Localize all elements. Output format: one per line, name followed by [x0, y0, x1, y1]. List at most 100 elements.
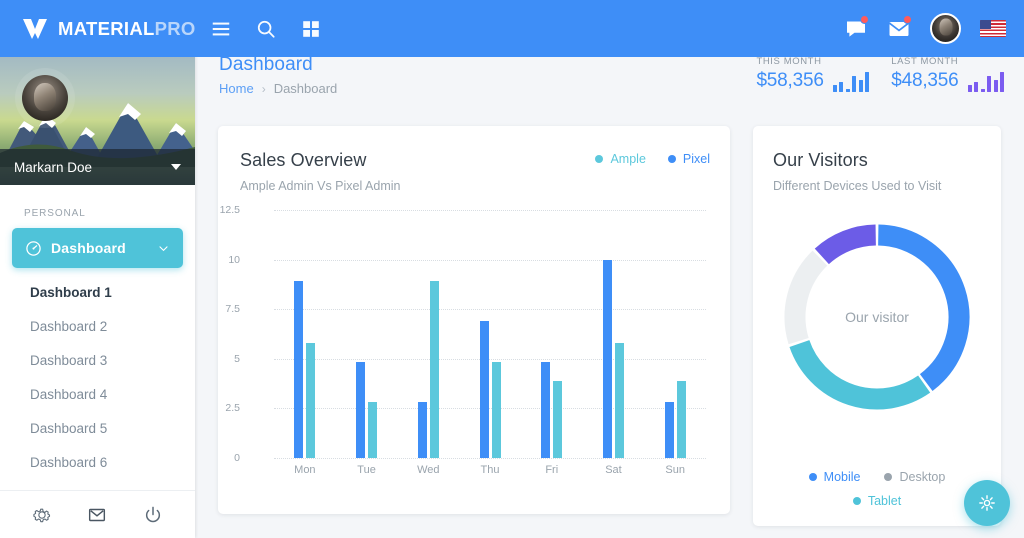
legend-item-pixel[interactable]: Pixel	[667, 152, 710, 166]
mail-notification-badge	[903, 14, 912, 24]
chart-bar-group	[336, 210, 398, 458]
stat-this-month: THIS MONTH $58,356	[756, 56, 870, 92]
stat-last-month-label: LAST MONTH	[891, 56, 959, 67]
sidebar-item-dashboard[interactable]: Dashboard	[12, 228, 183, 268]
chart-bar-group	[521, 210, 583, 458]
chart-gridline	[274, 458, 706, 459]
chart-x-tick-label: Thu	[480, 464, 500, 476]
sidebar-profile-header: Markarn Doe	[0, 50, 195, 185]
sparkline-bar	[974, 82, 978, 92]
our-visitors-card: Our Visitors Different Devices Used to V…	[753, 126, 1001, 526]
avatar[interactable]	[930, 13, 961, 44]
stat-this-month-label: THIS MONTH	[756, 56, 822, 67]
chart-bar[interactable]	[306, 342, 316, 458]
profile-name-dropdown[interactable]: Markarn Doe	[0, 149, 195, 185]
grid-apps-icon[interactable]	[300, 18, 322, 40]
donut-segment[interactable]	[814, 224, 877, 265]
flag-canton	[980, 20, 991, 29]
chart-bar[interactable]	[491, 361, 501, 458]
visitors-donut-chart: Our visitor	[753, 208, 1001, 426]
profile-avatar[interactable]	[22, 75, 68, 121]
chart-y-tick-label: 5	[234, 352, 240, 365]
chat-bubble-icon[interactable]	[844, 14, 869, 41]
legend-item-tablet[interactable]: Tablet	[852, 494, 902, 508]
search-icon[interactable]	[255, 18, 277, 40]
sales-bar-chart: 0 2.5 5 7.5 10 12.5 Mon Tue Wed Thu Fri Sat Sun	[218, 200, 730, 500]
sidebar-item-dashboard-5[interactable]: Dashboard 5	[0, 411, 195, 445]
legend-label-desktop: Desktop	[899, 470, 946, 484]
sales-overview-card: Sales Overview Ample Admin Vs Pixel Admi…	[218, 126, 730, 514]
legend-item-mobile[interactable]: Mobile	[808, 470, 861, 484]
brand-logo-area[interactable]: MATERIALPRO	[0, 0, 195, 57]
stat-last-month-sparkline	[967, 68, 1004, 92]
breadcrumb-home[interactable]: Home	[219, 81, 254, 96]
sparkline-bar	[845, 89, 850, 92]
sparkline-bar	[858, 80, 863, 92]
sidebar-item-dashboard-4[interactable]: Dashboard 4	[0, 377, 195, 411]
gear-icon[interactable]	[32, 505, 52, 525]
sidebar-footer	[0, 490, 195, 538]
visitors-card-header: Our Visitors Different Devices Used to V…	[753, 126, 1001, 193]
chart-bar[interactable]	[417, 402, 427, 458]
stat-this-month-sparkline	[832, 68, 870, 92]
chart-bar[interactable]	[356, 361, 366, 458]
topbar-right-group	[844, 0, 1006, 57]
legend-label-tablet: Tablet	[867, 494, 902, 508]
chart-bar[interactable]	[368, 402, 378, 458]
chart-bar[interactable]	[664, 402, 674, 458]
legend-item-desktop[interactable]: Desktop	[884, 470, 945, 484]
chart-bar[interactable]	[429, 281, 439, 458]
breadcrumb-separator: ›	[261, 81, 266, 96]
stat-this-month-value: $58,356	[756, 70, 824, 91]
chart-bar[interactable]	[294, 281, 304, 458]
sales-card-subtitle: Ample Admin Vs Pixel Admin	[240, 179, 401, 193]
chat-notification-badge	[860, 14, 869, 24]
legend-dot-mobile	[808, 473, 817, 481]
sparkline-bar	[832, 85, 837, 92]
chart-bar[interactable]	[676, 380, 686, 458]
chart-bar[interactable]	[479, 321, 489, 458]
donut-ring: Our visitor	[779, 219, 975, 415]
chart-x-tick-label: Sat	[605, 464, 622, 476]
brand-text-primary: MATERIAL	[58, 17, 155, 39]
envelope-icon[interactable]	[887, 14, 912, 41]
donut-segment[interactable]	[789, 339, 931, 410]
donut-center-label: Our visitor	[845, 309, 909, 325]
speedometer-icon	[26, 240, 41, 256]
sparkline-bar	[865, 72, 870, 92]
chevron-down-icon	[159, 245, 168, 251]
sidebar-item-dashboard-1[interactable]: Dashboard 1	[0, 275, 195, 309]
sidebar-item-dashboard-6[interactable]: Dashboard 6	[0, 445, 195, 479]
chart-bar[interactable]	[614, 342, 624, 458]
caret-down-icon	[171, 164, 181, 170]
chart-bar[interactable]	[553, 380, 563, 458]
hamburger-menu-icon[interactable]	[210, 18, 232, 40]
legend-label-mobile: Mobile	[823, 470, 861, 484]
settings-fab-button[interactable]	[964, 480, 1010, 526]
sparkline-bar	[852, 76, 857, 92]
sales-legend: Ample Pixel	[595, 152, 710, 166]
sidebar-sub-items: Dashboard 1 Dashboard 2 Dashboard 3 Dash…	[0, 275, 195, 479]
legend-item-ample[interactable]: Ample	[595, 152, 646, 166]
stat-last-month-value: $48,356	[891, 70, 959, 91]
top-navigation-bar: MATERIALPRO	[0, 0, 1024, 57]
sidebar-section-label: PERSONAL	[24, 208, 86, 219]
breadcrumb-current: Dashboard	[273, 81, 338, 96]
material-pro-logo-icon	[23, 18, 47, 39]
chart-bar[interactable]	[541, 361, 551, 458]
chart-x-tick-label: Mon	[294, 464, 316, 476]
power-icon[interactable]	[143, 505, 163, 525]
dashboard-page: MATERIALPRO Markarn Doe PERSONAL Dashboa…	[0, 0, 1024, 538]
sparkline-bar	[993, 80, 998, 92]
legend-dot-pixel	[667, 155, 676, 163]
mail-icon[interactable]	[87, 505, 107, 525]
donut-segment[interactable]	[784, 250, 828, 345]
chart-y-tick-label: 12.5	[219, 204, 240, 216]
sidebar-item-dashboard-3[interactable]: Dashboard 3	[0, 343, 195, 377]
legend-label-pixel: Pixel	[682, 152, 710, 166]
sparkline-bar	[987, 76, 991, 92]
us-flag-icon[interactable]	[980, 20, 1006, 37]
chart-bar[interactable]	[602, 259, 612, 458]
sparkline-bar	[967, 85, 972, 92]
sidebar-item-dashboard-2[interactable]: Dashboard 2	[0, 309, 195, 343]
